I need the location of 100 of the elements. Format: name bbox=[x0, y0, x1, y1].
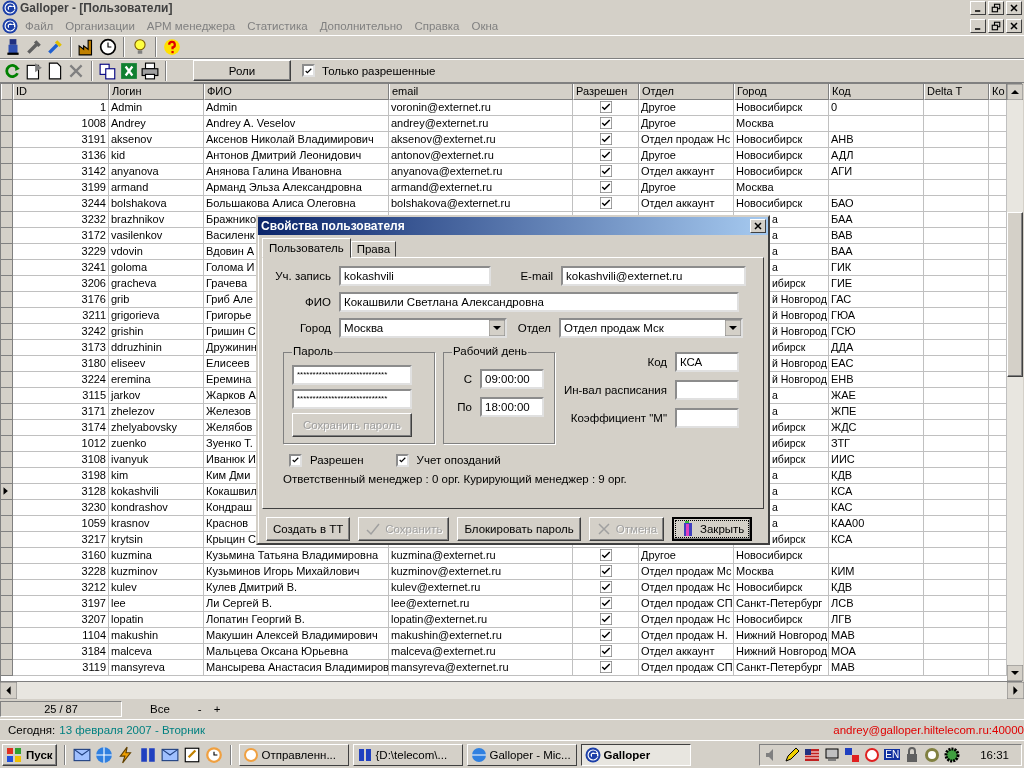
input-field[interactable] bbox=[675, 407, 739, 428]
copy-icon[interactable] bbox=[99, 61, 117, 80]
dropdown-arrow-icon[interactable] bbox=[725, 319, 741, 336]
table-cell: Аксенов Николай Владимирович bbox=[204, 131, 389, 148]
roles-button[interactable]: Роли bbox=[193, 60, 291, 82]
checkbox[interactable] bbox=[599, 597, 612, 610]
dialog-button[interactable]: Создать в ТТ bbox=[266, 516, 351, 541]
checkbox[interactable] bbox=[599, 565, 612, 578]
table-cell: 3229 bbox=[13, 243, 109, 260]
table-cell: КСА bbox=[829, 483, 924, 500]
checkbox[interactable] bbox=[599, 629, 612, 642]
taskbar-button[interactable]: Galloper bbox=[580, 743, 691, 766]
vertical-scrollbar[interactable] bbox=[1007, 83, 1023, 682]
table-cell: МАВ bbox=[829, 659, 924, 676]
app-logo-icon[interactable] bbox=[2, 18, 18, 35]
input-field[interactable]: kokashvili@externet.ru bbox=[561, 265, 746, 286]
table-cell: Большакова Алиса Олеговна bbox=[204, 195, 389, 212]
clock-icon[interactable] bbox=[99, 38, 117, 57]
printer-icon[interactable] bbox=[141, 61, 159, 80]
column-header[interactable]: email bbox=[389, 83, 573, 100]
horizontal-scrollbar[interactable] bbox=[0, 682, 1024, 700]
input-field[interactable]: КСА bbox=[675, 351, 739, 372]
notepad-icon[interactable] bbox=[182, 745, 201, 764]
document-icon[interactable] bbox=[46, 61, 64, 80]
dialog-button[interactable]: Закрыть bbox=[672, 516, 753, 541]
dialog-button[interactable]: Блокировать пароль bbox=[457, 516, 581, 541]
gear-icon[interactable] bbox=[944, 746, 961, 763]
column-header[interactable]: Логин bbox=[109, 83, 204, 100]
flag-icon[interactable] bbox=[804, 746, 821, 763]
computer-icon[interactable] bbox=[824, 746, 841, 763]
scroll-thumb[interactable] bbox=[1007, 211, 1023, 377]
taskbar-button[interactable]: {D:\telecom\... bbox=[352, 743, 463, 766]
input-field[interactable]: 09:00:00 bbox=[480, 368, 544, 389]
checkbox[interactable] bbox=[599, 661, 612, 674]
table-cell: 3128 bbox=[13, 483, 109, 500]
filter-label: Все bbox=[150, 703, 170, 715]
table-cell: 3232 bbox=[13, 211, 109, 228]
table-cell: БАА bbox=[829, 211, 924, 228]
input-field[interactable]: Кокашвили Светлана Александровна bbox=[339, 291, 739, 312]
column-header[interactable]: Город bbox=[734, 83, 829, 100]
checkbox[interactable] bbox=[599, 165, 612, 178]
table-cell: 3212 bbox=[13, 579, 109, 596]
checkbox[interactable] bbox=[599, 645, 612, 658]
table-cell: 3173 bbox=[13, 339, 109, 356]
dropdown[interactable]: Москва bbox=[339, 317, 507, 338]
checkbox[interactable] bbox=[599, 181, 612, 194]
table-cell: ГАС bbox=[829, 291, 924, 308]
scroll-left-icon[interactable] bbox=[0, 682, 17, 700]
checkbox[interactable] bbox=[599, 101, 612, 114]
column-header[interactable]: Код bbox=[829, 83, 924, 100]
table-cell: zhelezov bbox=[109, 403, 204, 420]
dropdown[interactable]: Отдел продаж Мск bbox=[559, 317, 743, 338]
column-header[interactable]: Разрешен bbox=[573, 83, 639, 100]
spreadsheet-icon[interactable] bbox=[120, 61, 138, 80]
table-cell: Нижний Новгород bbox=[734, 643, 829, 660]
plus-button[interactable]: + bbox=[213, 703, 221, 715]
lightbulb-icon[interactable] bbox=[131, 38, 149, 57]
language-indicator[interactable]: EN bbox=[884, 749, 901, 761]
checkbox[interactable] bbox=[599, 149, 612, 162]
table-cell: 3136 bbox=[13, 147, 109, 164]
checkbox[interactable] bbox=[599, 581, 612, 594]
properties-icon[interactable] bbox=[25, 61, 43, 80]
minus-button[interactable]: - bbox=[197, 703, 202, 715]
checkbox[interactable] bbox=[599, 133, 612, 146]
scroll-up-icon[interactable] bbox=[1007, 83, 1023, 100]
table-cell: Новосибирск bbox=[734, 99, 829, 116]
checkbox[interactable] bbox=[599, 117, 612, 130]
network-icon[interactable] bbox=[844, 746, 861, 763]
taskbar-button[interactable]: Galloper - Mic... bbox=[466, 743, 577, 766]
tab[interactable]: Права bbox=[350, 240, 397, 257]
input-field[interactable]: kokashvili bbox=[339, 265, 491, 286]
dropdown-arrow-icon[interactable] bbox=[489, 319, 505, 336]
checkbox[interactable] bbox=[599, 197, 612, 210]
table-cell: eremina bbox=[109, 371, 204, 388]
input-field[interactable]: ***************************** bbox=[292, 388, 412, 409]
column-header[interactable]: ID bbox=[13, 83, 109, 100]
taskbar-button[interactable]: Отправленн... bbox=[238, 743, 349, 766]
globe-icon[interactable] bbox=[94, 745, 113, 764]
column-header[interactable]: Отдел bbox=[639, 83, 734, 100]
tab[interactable]: Пользователь bbox=[262, 237, 351, 258]
input-field[interactable]: 18:00:00 bbox=[480, 396, 544, 417]
help-icon[interactable] bbox=[163, 38, 181, 57]
start-button[interactable]: Пуск bbox=[2, 743, 57, 766]
pencil-icon[interactable] bbox=[784, 746, 801, 763]
column-header[interactable]: ФИО bbox=[204, 83, 389, 100]
person-icon[interactable] bbox=[4, 38, 22, 57]
input-field[interactable]: ***************************** bbox=[292, 364, 412, 385]
scroll-down-icon[interactable] bbox=[1007, 665, 1023, 682]
table-cell: 3241 bbox=[13, 259, 109, 276]
shield-icon[interactable] bbox=[864, 746, 881, 763]
column-header[interactable]: Ко bbox=[989, 83, 1007, 100]
checkbox[interactable] bbox=[599, 549, 612, 562]
column-header[interactable]: Delta T bbox=[924, 83, 989, 100]
lightning-icon[interactable] bbox=[116, 745, 135, 764]
table-cell: 3172 bbox=[13, 227, 109, 244]
bars-icon[interactable] bbox=[138, 745, 157, 764]
group-label: Пароль bbox=[292, 344, 334, 357]
checkbox[interactable] bbox=[599, 613, 612, 626]
scroll-right-icon[interactable] bbox=[1007, 682, 1024, 700]
input-field[interactable] bbox=[675, 379, 739, 400]
